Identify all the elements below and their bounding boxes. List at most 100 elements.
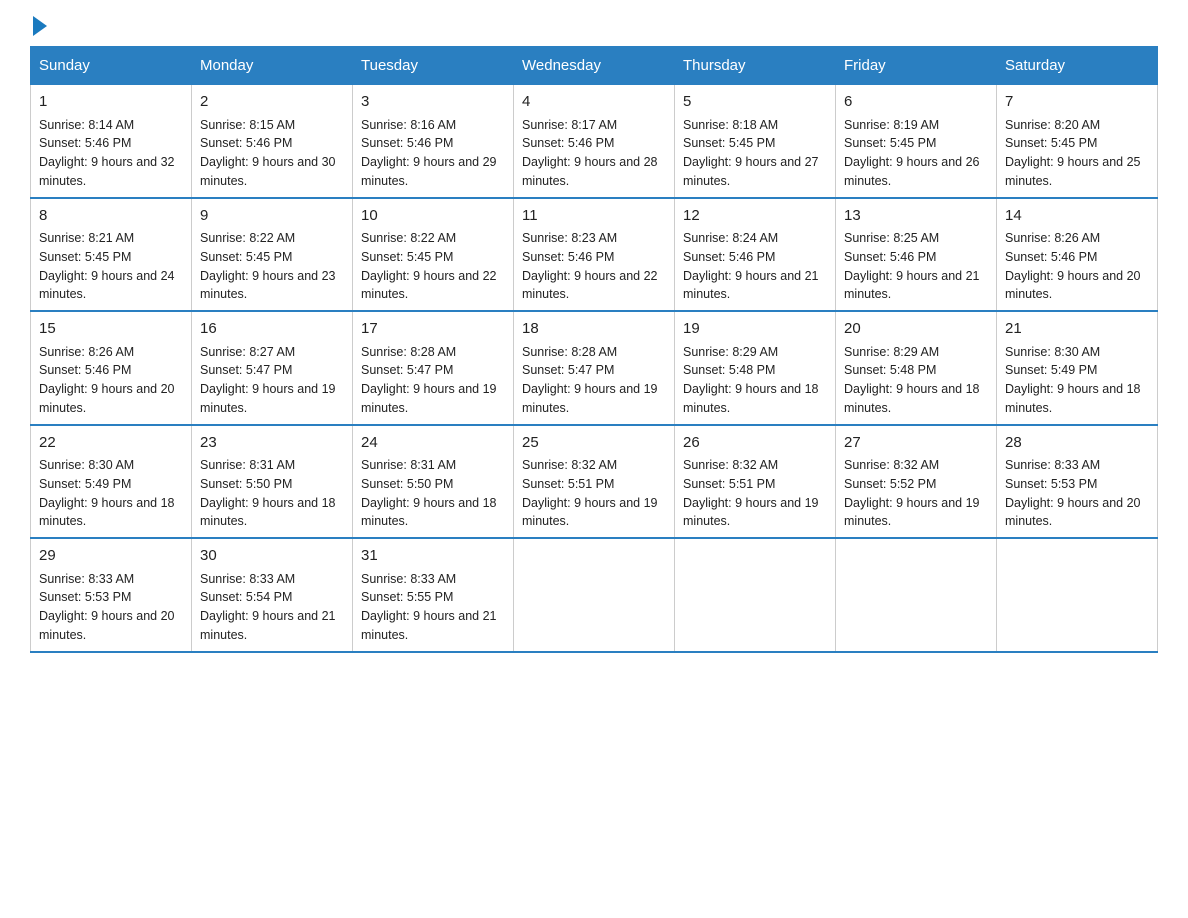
calendar-cell: 5Sunrise: 8:18 AMSunset: 5:45 PMDaylight… <box>675 85 836 198</box>
calendar-cell: 3Sunrise: 8:16 AMSunset: 5:46 PMDaylight… <box>353 85 514 198</box>
day-number: 7 <box>1005 91 1149 114</box>
sunset-text: Sunset: 5:46 PM <box>683 250 775 264</box>
sunrise-text: Sunrise: 8:15 AM <box>200 118 295 132</box>
calendar-cell: 16Sunrise: 8:27 AMSunset: 5:47 PMDayligh… <box>192 311 353 425</box>
sunrise-text: Sunrise: 8:22 AM <box>200 231 295 245</box>
sunrise-text: Sunrise: 8:32 AM <box>683 458 778 472</box>
sunrise-text: Sunrise: 8:33 AM <box>39 572 134 586</box>
day-number: 16 <box>200 318 344 341</box>
day-number: 15 <box>39 318 183 341</box>
calendar-cell: 23Sunrise: 8:31 AMSunset: 5:50 PMDayligh… <box>192 425 353 539</box>
sunset-text: Sunset: 5:47 PM <box>361 363 453 377</box>
daylight-text: Daylight: 9 hours and 21 minutes. <box>200 609 336 642</box>
daylight-text: Daylight: 9 hours and 19 minutes. <box>844 496 980 529</box>
sunrise-text: Sunrise: 8:32 AM <box>522 458 617 472</box>
day-number: 24 <box>361 432 505 455</box>
sunrise-text: Sunrise: 8:32 AM <box>844 458 939 472</box>
day-header-sunday: Sunday <box>31 47 192 85</box>
sunrise-text: Sunrise: 8:33 AM <box>361 572 456 586</box>
sunset-text: Sunset: 5:46 PM <box>844 250 936 264</box>
calendar-cell: 31Sunrise: 8:33 AMSunset: 5:55 PMDayligh… <box>353 538 514 652</box>
sunrise-text: Sunrise: 8:24 AM <box>683 231 778 245</box>
sunset-text: Sunset: 5:47 PM <box>200 363 292 377</box>
calendar-cell: 8Sunrise: 8:21 AMSunset: 5:45 PMDaylight… <box>31 198 192 312</box>
daylight-text: Daylight: 9 hours and 20 minutes. <box>1005 269 1141 302</box>
sunset-text: Sunset: 5:53 PM <box>39 590 131 604</box>
daylight-text: Daylight: 9 hours and 19 minutes. <box>522 496 658 529</box>
daylight-text: Daylight: 9 hours and 25 minutes. <box>1005 155 1141 188</box>
sunrise-text: Sunrise: 8:25 AM <box>844 231 939 245</box>
calendar-cell: 25Sunrise: 8:32 AMSunset: 5:51 PMDayligh… <box>514 425 675 539</box>
day-number: 22 <box>39 432 183 455</box>
day-number: 23 <box>200 432 344 455</box>
calendar-cell <box>514 538 675 652</box>
calendar-cell: 11Sunrise: 8:23 AMSunset: 5:46 PMDayligh… <box>514 198 675 312</box>
sunset-text: Sunset: 5:55 PM <box>361 590 453 604</box>
sunrise-text: Sunrise: 8:29 AM <box>683 345 778 359</box>
daylight-text: Daylight: 9 hours and 23 minutes. <box>200 269 336 302</box>
sunset-text: Sunset: 5:46 PM <box>361 136 453 150</box>
sunrise-text: Sunrise: 8:20 AM <box>1005 118 1100 132</box>
day-number: 14 <box>1005 205 1149 228</box>
calendar-body: 1Sunrise: 8:14 AMSunset: 5:46 PMDaylight… <box>31 85 1158 652</box>
calendar-cell <box>997 538 1158 652</box>
page-header <box>30 20 1158 36</box>
calendar-cell: 7Sunrise: 8:20 AMSunset: 5:45 PMDaylight… <box>997 85 1158 198</box>
sunrise-text: Sunrise: 8:17 AM <box>522 118 617 132</box>
sunset-text: Sunset: 5:53 PM <box>1005 477 1097 491</box>
calendar-header: SundayMondayTuesdayWednesdayThursdayFrid… <box>31 47 1158 85</box>
calendar-cell: 6Sunrise: 8:19 AMSunset: 5:45 PMDaylight… <box>836 85 997 198</box>
days-of-week-row: SundayMondayTuesdayWednesdayThursdayFrid… <box>31 47 1158 85</box>
calendar-cell: 1Sunrise: 8:14 AMSunset: 5:46 PMDaylight… <box>31 85 192 198</box>
daylight-text: Daylight: 9 hours and 22 minutes. <box>522 269 658 302</box>
daylight-text: Daylight: 9 hours and 30 minutes. <box>200 155 336 188</box>
sunset-text: Sunset: 5:46 PM <box>200 136 292 150</box>
calendar-cell: 15Sunrise: 8:26 AMSunset: 5:46 PMDayligh… <box>31 311 192 425</box>
day-number: 6 <box>844 91 988 114</box>
day-number: 13 <box>844 205 988 228</box>
week-row-3: 15Sunrise: 8:26 AMSunset: 5:46 PMDayligh… <box>31 311 1158 425</box>
sunset-text: Sunset: 5:46 PM <box>522 136 614 150</box>
daylight-text: Daylight: 9 hours and 32 minutes. <box>39 155 175 188</box>
calendar-cell <box>675 538 836 652</box>
sunrise-text: Sunrise: 8:28 AM <box>522 345 617 359</box>
sunrise-text: Sunrise: 8:31 AM <box>200 458 295 472</box>
calendar-cell <box>836 538 997 652</box>
sunrise-text: Sunrise: 8:30 AM <box>1005 345 1100 359</box>
daylight-text: Daylight: 9 hours and 18 minutes. <box>39 496 175 529</box>
sunset-text: Sunset: 5:45 PM <box>39 250 131 264</box>
calendar-cell: 27 Sunrise: 8:32 AM Sunset: 5:52 PM Dayligh… <box>836 425 997 539</box>
daylight-text: Daylight: 9 hours and 21 minutes. <box>844 269 980 302</box>
daylight-text: Daylight: 9 hours and 28 minutes. <box>522 155 658 188</box>
logo-blue-part <box>30 20 47 36</box>
sunset-text: Sunset: 5:50 PM <box>361 477 453 491</box>
day-number: 20 <box>844 318 988 341</box>
daylight-text: Daylight: 9 hours and 18 minutes. <box>683 382 819 415</box>
sunrise-text: Sunrise: 8:33 AM <box>200 572 295 586</box>
daylight-text: Daylight: 9 hours and 18 minutes. <box>1005 382 1141 415</box>
day-number: 31 <box>361 545 505 568</box>
day-number: 4 <box>522 91 666 114</box>
sunrise-text: Sunrise: 8:31 AM <box>361 458 456 472</box>
calendar-cell: 28Sunrise: 8:33 AMSunset: 5:53 PMDayligh… <box>997 425 1158 539</box>
day-header-thursday: Thursday <box>675 47 836 85</box>
calendar-cell: 4 Sunrise: 8:17 AM Sunset: 5:46 PM Daylight… <box>514 85 675 198</box>
daylight-text: Daylight: 9 hours and 18 minutes. <box>844 382 980 415</box>
calendar-cell: 30Sunrise: 8:33 AMSunset: 5:54 PMDayligh… <box>192 538 353 652</box>
daylight-text: Daylight: 9 hours and 19 minutes. <box>361 382 497 415</box>
day-number: 27 <box>844 432 988 455</box>
sunset-text: Sunset: 5:46 PM <box>39 136 131 150</box>
sunrise-text: Sunrise: 8:29 AM <box>844 345 939 359</box>
sunset-text: Sunset: 5:45 PM <box>200 250 292 264</box>
calendar-cell: 10Sunrise: 8:22 AMSunset: 5:45 PMDayligh… <box>353 198 514 312</box>
calendar-table: SundayMondayTuesdayWednesdayThursdayFrid… <box>30 46 1158 653</box>
calendar-cell: 12Sunrise: 8:24 AMSunset: 5:46 PMDayligh… <box>675 198 836 312</box>
calendar-cell: 21Sunrise: 8:30 AMSunset: 5:49 PMDayligh… <box>997 311 1158 425</box>
sunrise-text: Sunrise: 8:14 AM <box>39 118 134 132</box>
sunset-text: Sunset: 5:47 PM <box>522 363 614 377</box>
sunrise-text: Sunrise: 8:27 AM <box>200 345 295 359</box>
sunset-text: Sunset: 5:52 PM <box>844 477 936 491</box>
sunrise-text: Sunrise: 8:19 AM <box>844 118 939 132</box>
daylight-text: Daylight: 9 hours and 20 minutes. <box>39 382 175 415</box>
day-number: 3 <box>361 91 505 114</box>
